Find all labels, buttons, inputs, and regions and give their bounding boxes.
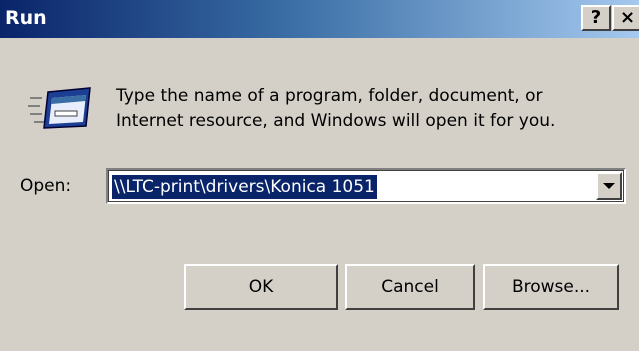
ok-button[interactable]: OK: [184, 264, 338, 310]
open-combobox[interactable]: \\LTC-print\drivers\Konica 1051: [106, 168, 626, 204]
description-text: Type the name of a program, folder, docu…: [116, 84, 616, 134]
help-icon: ?: [590, 7, 602, 28]
browse-button[interactable]: Browse...: [483, 264, 619, 310]
open-input[interactable]: \\LTC-print\drivers\Konica 1051: [112, 175, 377, 199]
description-line-1: Type the name of a program, folder, docu…: [116, 86, 543, 106]
run-dialog: Run ? × Type the name of a program, fold…: [0, 0, 643, 351]
open-label: Open:: [20, 176, 72, 196]
close-button[interactable]: ×: [612, 5, 643, 31]
help-button[interactable]: ?: [581, 5, 611, 31]
window-title: Run: [5, 7, 47, 29]
description-line-2: Internet resource, and Windows will open…: [116, 111, 556, 131]
run-icon: [28, 87, 91, 129]
dropdown-arrow-button[interactable]: [596, 172, 622, 200]
close-icon: ×: [619, 7, 636, 28]
cancel-button[interactable]: Cancel: [345, 264, 475, 310]
title-bar[interactable]: Run ? ×: [0, 0, 643, 38]
